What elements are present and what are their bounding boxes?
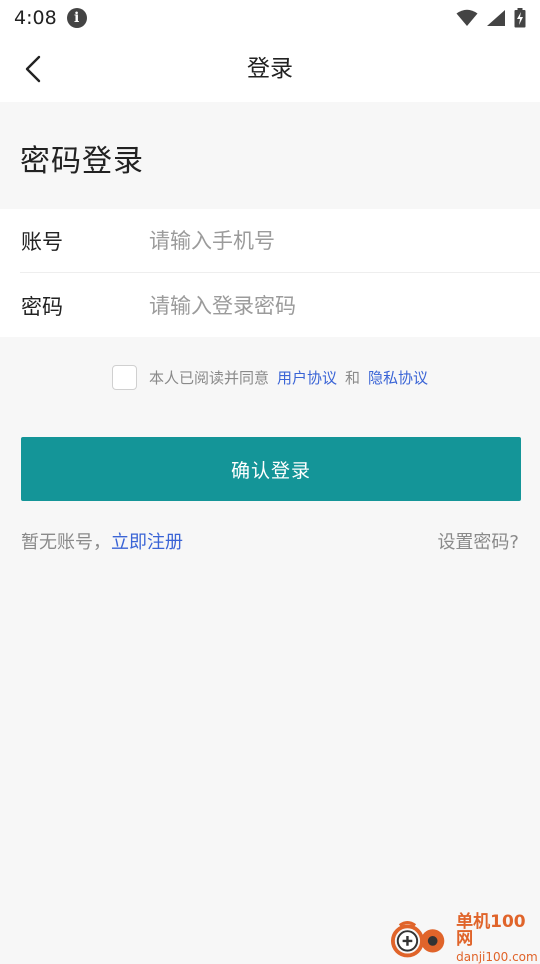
section-header: 密码登录 bbox=[0, 102, 540, 209]
watermark-url: danji100.com bbox=[456, 949, 538, 964]
user-agreement-link[interactable]: 用户协议 bbox=[277, 367, 337, 388]
status-bar: 4:08 i bbox=[0, 0, 540, 36]
confirm-login-button[interactable]: 确认登录 bbox=[21, 437, 521, 501]
watermark-text: 单机100网 danji100.com bbox=[456, 911, 540, 964]
account-row: 账号 bbox=[0, 209, 540, 273]
privacy-agreement-link[interactable]: 隐私协议 bbox=[368, 367, 428, 388]
set-password-link[interactable]: 设置密码? bbox=[437, 528, 519, 554]
agreement-row: 本人已阅读并同意 用户协议 和 隐私协议 bbox=[0, 364, 540, 390]
page-title: 登录 bbox=[247, 56, 293, 82]
chevron-left-icon bbox=[25, 55, 41, 83]
section-title: 密码登录 bbox=[20, 144, 144, 179]
no-account-text: 暂无账号， bbox=[21, 532, 111, 553]
status-right bbox=[456, 8, 526, 28]
nav-bar: 登录 bbox=[0, 36, 540, 102]
login-form: 账号 密码 bbox=[0, 209, 540, 337]
password-row: 密码 bbox=[0, 274, 540, 337]
back-button[interactable] bbox=[14, 50, 52, 88]
info-icon: i bbox=[66, 8, 87, 28]
watermark-logo-icon bbox=[390, 921, 445, 958]
register-prompt: 暂无账号， 立即注册 bbox=[21, 528, 183, 554]
password-input[interactable] bbox=[149, 283, 519, 328]
status-left: 4:08 i bbox=[14, 7, 87, 29]
status-time: 4:08 bbox=[14, 7, 57, 29]
wifi-icon bbox=[456, 9, 478, 26]
agreement-and: 和 bbox=[345, 368, 361, 387]
account-label: 账号 bbox=[21, 229, 63, 254]
row-divider bbox=[20, 272, 540, 273]
password-label: 密码 bbox=[21, 294, 63, 319]
register-link[interactable]: 立即注册 bbox=[111, 528, 183, 554]
battery-charging-icon bbox=[514, 8, 526, 28]
agreement-prefix: 本人已阅读并同意 bbox=[148, 368, 269, 387]
agreement-checkbox[interactable] bbox=[111, 364, 137, 390]
phone-input[interactable] bbox=[149, 218, 519, 263]
watermark-brand: 单机100网 bbox=[456, 911, 526, 949]
watermark: 单机100网 danji100.com bbox=[390, 911, 540, 964]
bottom-links: 暂无账号， 立即注册 设置密码? bbox=[21, 528, 519, 554]
cellular-signal-icon bbox=[487, 10, 505, 26]
